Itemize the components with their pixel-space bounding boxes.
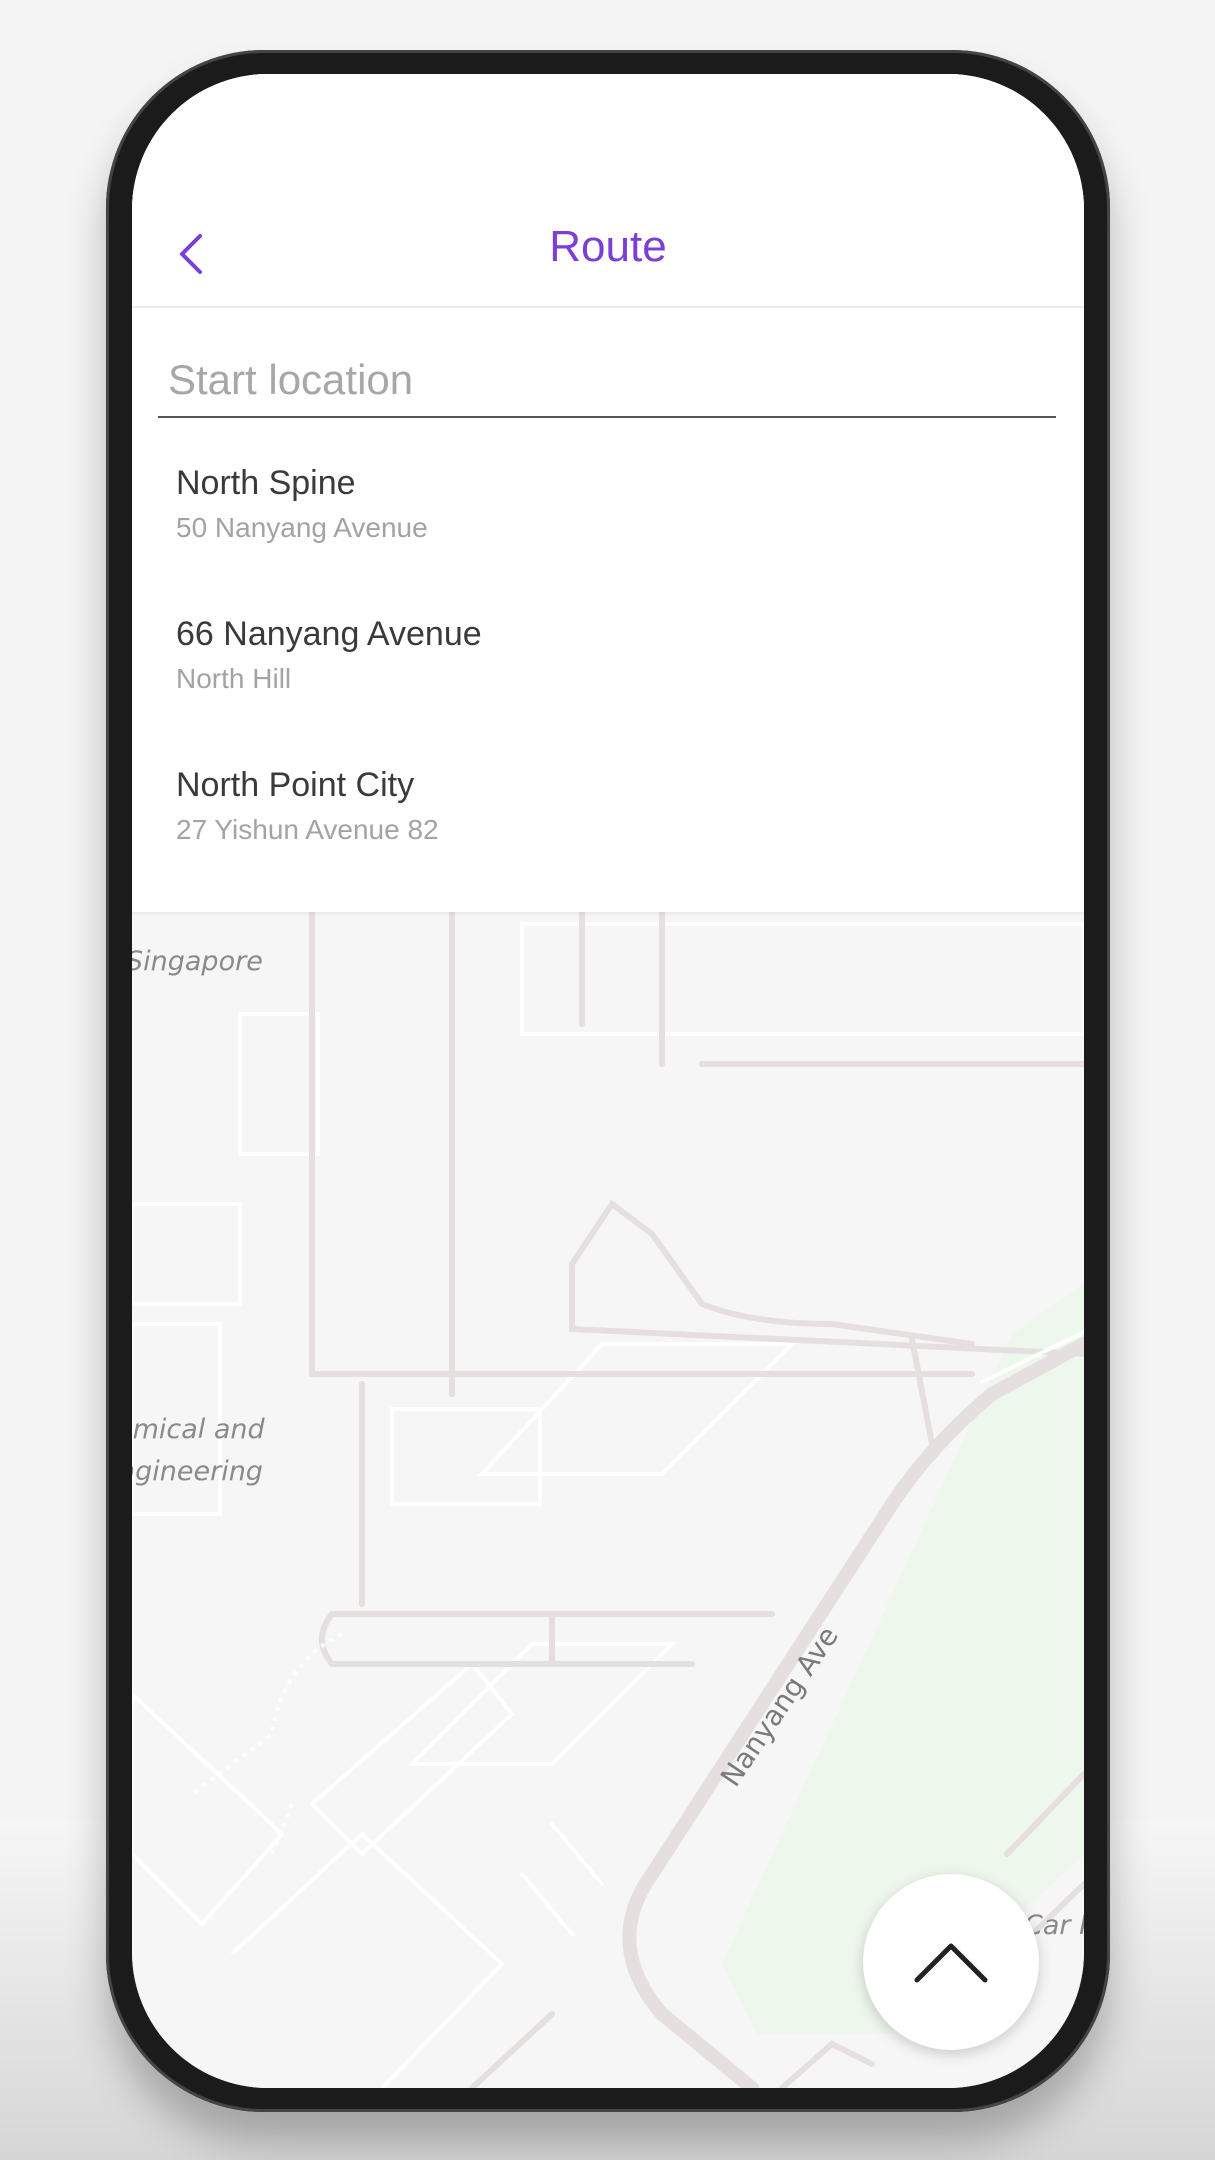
suggestion-address: 27 Yishun Avenue 82 xyxy=(176,814,439,845)
suggestion-name: North Spine xyxy=(176,464,356,502)
app-header: Route xyxy=(132,74,1084,308)
start-location-input[interactable] xyxy=(158,344,1056,418)
search-panel: North Spine 50 Nanyang Avenue 66 Nanyang… xyxy=(132,308,1084,912)
suggestion-address: 50 Nanyang Avenue xyxy=(176,512,428,543)
suggestion-item[interactable]: North Spine 50 Nanyang Avenue xyxy=(176,462,1036,582)
phone-frame: Singapore emical and ngineering Nanyang … xyxy=(106,50,1110,2112)
page-title: Route xyxy=(549,222,667,271)
suggestion-item[interactable]: North Point City 27 Yishun Avenue 82 xyxy=(176,764,1036,884)
suggestion-name: North Point City xyxy=(176,766,415,804)
suggestion-item[interactable]: 66 Nanyang Avenue North Hill xyxy=(176,613,1036,733)
chevron-up-icon xyxy=(914,1943,988,1983)
suggestion-address: North Hill xyxy=(176,663,292,694)
phone-screen: Singapore emical and ngineering Nanyang … xyxy=(132,74,1084,2088)
map-label-top: Singapore xyxy=(132,946,263,977)
suggestion-name: 66 Nanyang Avenue xyxy=(176,615,482,653)
map-label-building-line2: ngineering xyxy=(132,1456,263,1487)
expand-button[interactable] xyxy=(863,1874,1039,2050)
map-label-building-line1: emical and xyxy=(132,1414,265,1445)
